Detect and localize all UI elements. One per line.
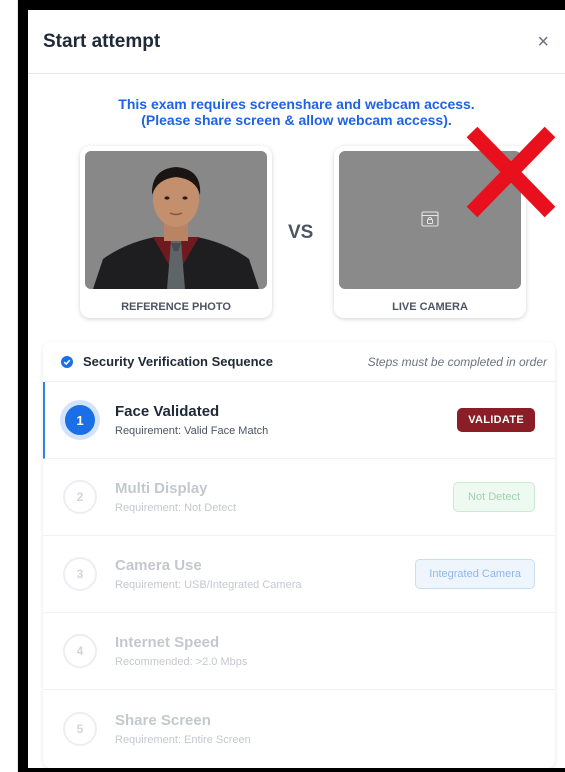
step-number: 3 (63, 557, 97, 591)
step-title: Internet Speed (115, 634, 220, 651)
reference-portrait-image (85, 151, 267, 289)
step-number: 5 (63, 711, 97, 746)
modal-title: Start attempt (43, 30, 161, 52)
step-multi-display: 2 Multi Display Requirement: Not Detect … (43, 459, 555, 536)
step-share-screen: 5 Share Screen Requirement: Entire Scree… (43, 690, 555, 767)
close-icon[interactable]: × (537, 32, 549, 52)
step-number: 4 (63, 634, 97, 668)
step-requirement: Requirement: Entire Screen (115, 733, 251, 746)
reference-photo-label: REFERENCE PHOTO (121, 301, 231, 313)
reference-photo-card: REFERENCE PHOTO (80, 146, 272, 318)
step-requirement: Requirement: Not Detect (115, 502, 237, 514)
step-number: 1 (60, 400, 100, 440)
step-camera-use: 3 Camera Use Requirement: USB/Integrated… (43, 536, 555, 613)
validate-button[interactable]: VALIDATE (457, 408, 535, 432)
sequence-title: Security Verification Sequence (83, 354, 274, 369)
security-verification-sequence: Security Verification Sequence Steps mus… (43, 342, 555, 768)
camera-status-badge: Integrated Camera (415, 559, 535, 589)
live-camera-label: LIVE CAMERA (392, 301, 468, 313)
notice-line-1: This exam requires screenshare and webca… (118, 96, 475, 112)
step-requirement: Recommended: >2.0 Mbps (115, 656, 248, 668)
start-attempt-modal: Start attempt × This exam requires scree… (18, 0, 565, 772)
camera-blocked-icon (421, 211, 439, 227)
sequence-header: Security Verification Sequence Steps mus… (43, 342, 555, 382)
check-circle-icon (61, 355, 73, 368)
red-x-icon (466, 126, 556, 218)
step-title: Face Validated (115, 403, 220, 420)
step-title: Share Screen (115, 711, 211, 729)
step-face-validated: 1 Face Validated Requirement: Valid Face… (43, 382, 555, 459)
step-internet-speed: 4 Internet Speed Recommended: >2.0 Mbps (43, 613, 555, 690)
step-title: Multi Display (115, 480, 208, 497)
vs-label: VS (288, 222, 314, 243)
background-page-strip (0, 0, 18, 772)
modal-header: Start attempt × (28, 10, 565, 74)
step-number: 2 (63, 480, 97, 514)
modal-content: Start attempt × This exam requires scree… (28, 10, 565, 768)
step-title: Camera Use (115, 557, 202, 574)
sequence-note: Steps must be completed in order (367, 354, 547, 369)
multi-display-status-badge: Not Detect (453, 482, 535, 512)
step-requirement: Requirement: Valid Face Match (115, 425, 269, 437)
step-requirement: Requirement: USB/Integrated Camera (115, 579, 302, 591)
reference-photo (85, 151, 267, 289)
